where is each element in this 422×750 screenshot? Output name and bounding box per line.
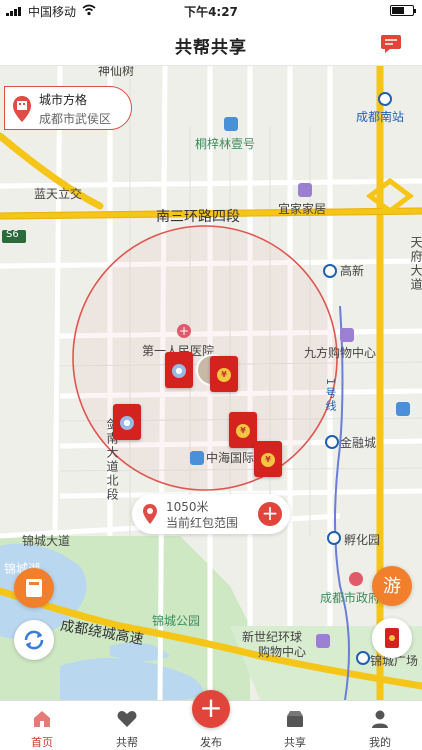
- heart-icon: [117, 711, 137, 727]
- red-packet-icon: [385, 628, 399, 648]
- location-pin-icon: [143, 504, 157, 524]
- map-label: S6: [6, 229, 19, 240]
- government-icon: [349, 572, 363, 586]
- publish-button[interactable]: +: [192, 690, 230, 728]
- shop-icon: [340, 328, 354, 342]
- location-pin-icon: [13, 96, 31, 122]
- book-button[interactable]: [14, 568, 54, 608]
- range-description: 当前红包范围: [166, 516, 239, 530]
- clock: 下午4:27: [184, 5, 238, 19]
- map-label: 宜家家居: [278, 202, 327, 216]
- status-bar: 中国移动 下午4:27: [0, 0, 422, 22]
- refresh-button[interactable]: [14, 620, 54, 660]
- coin-icon: ¥: [217, 368, 231, 382]
- tab-label: 我的: [369, 736, 391, 749]
- map-label: 1号线: [324, 378, 337, 413]
- red-envelope[interactable]: ¥: [254, 441, 282, 477]
- tab-label: 共享: [284, 736, 306, 749]
- expand-range-button[interactable]: +: [258, 502, 282, 526]
- location-address: 成都市武侯区: [39, 112, 112, 126]
- shop-icon: [316, 634, 330, 648]
- map-label: 蓝天立交: [34, 187, 83, 201]
- map-label: 成都市政府: [320, 591, 381, 605]
- home-icon: [34, 711, 50, 727]
- location-card[interactable]: 城市方格 成都市武侯区: [4, 86, 132, 130]
- map-label: 成都南站: [356, 110, 405, 124]
- map-label: 锦城大道: [22, 534, 71, 548]
- hospital-icon: +: [177, 324, 191, 338]
- red-envelope[interactable]: ¥: [229, 412, 257, 448]
- tab-share[interactable]: 共享: [265, 701, 325, 750]
- page-title: 共帮共享: [175, 38, 247, 58]
- tab-help[interactable]: 共帮: [97, 701, 157, 750]
- map-label: 高新: [340, 264, 365, 278]
- svg-text:游: 游: [383, 576, 401, 597]
- shop-icon: [298, 183, 312, 197]
- tab-label: 首页: [31, 736, 53, 749]
- metro-icon: [323, 264, 337, 278]
- map-label: 九方购物中心: [304, 346, 377, 360]
- game-button[interactable]: 游: [372, 566, 412, 606]
- metro-icon: [356, 651, 370, 665]
- tab-label: 发布: [200, 736, 222, 749]
- building-icon: [224, 117, 238, 131]
- refresh-icon: [24, 630, 44, 650]
- building-icon: [396, 402, 410, 416]
- map-label: 金融城: [340, 436, 377, 450]
- game-icon: 游: [383, 576, 401, 597]
- coin-icon: ●: [172, 364, 186, 378]
- range-distance: 1050米: [166, 500, 209, 514]
- red-envelope[interactable]: ●: [113, 404, 141, 440]
- tab-mine[interactable]: 我的: [350, 701, 410, 750]
- red-envelope[interactable]: ●: [165, 352, 193, 388]
- map-label: 神仙树: [98, 66, 135, 78]
- map-label: 南三环路四段: [156, 209, 240, 225]
- range-info: 1050米 当前红包范围 +: [132, 494, 290, 534]
- tab-home[interactable]: 首页: [12, 701, 72, 750]
- tab-label: 共帮: [116, 736, 138, 749]
- battery-icon: [390, 5, 416, 16]
- location-name: 城市方格: [39, 93, 88, 107]
- map-label: 购物中心: [258, 645, 307, 659]
- metro-icon: [325, 435, 339, 449]
- coin-icon: ¥: [261, 453, 275, 467]
- red-envelope[interactable]: ¥: [210, 356, 238, 392]
- map-label: 孵化园: [344, 533, 381, 547]
- book-icon: [26, 579, 42, 597]
- map-label: 桐梓林壹号: [195, 137, 256, 151]
- box-icon: [287, 711, 303, 727]
- map-view[interactable]: + 神仙树 成都南站 桐梓林壹号 蓝天立交 S6 宜家家居 南三环路四段 高新 …: [0, 66, 422, 700]
- coin-icon: ¥: [236, 424, 250, 438]
- building-icon: [190, 451, 204, 465]
- red-packet-button[interactable]: [372, 618, 412, 658]
- metro-icon: [378, 92, 392, 106]
- user-icon: [372, 710, 388, 728]
- map-label: 天府大道: [409, 236, 422, 292]
- map-label: 锦城公园: [152, 614, 201, 628]
- metro-icon: [327, 531, 341, 545]
- message-icon[interactable]: [380, 34, 402, 54]
- nav-bar: 共帮共享: [0, 22, 422, 66]
- coin-icon: ●: [120, 416, 134, 430]
